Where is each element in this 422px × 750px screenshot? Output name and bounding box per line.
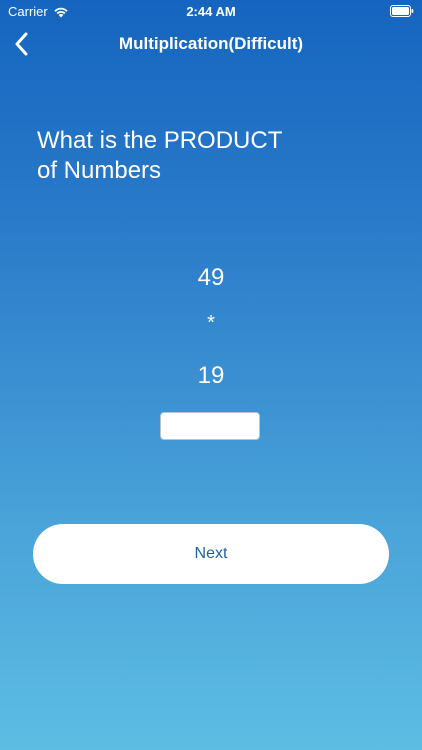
nav-bar: Multiplication(Difficult)	[0, 24, 422, 64]
status-time: 2:44 AM	[186, 4, 236, 19]
first-number: 49	[197, 264, 225, 291]
battery-icon	[390, 5, 414, 17]
question-line-1: What is the PRODUCT	[37, 127, 283, 154]
second-number: 19	[197, 362, 225, 389]
page-title: Multiplication(Difficult)	[118, 34, 304, 53]
answer-input[interactable]	[160, 412, 260, 440]
operator-symbol: *	[207, 312, 215, 334]
question-text: What is the PRODUCT of Numbers	[37, 126, 337, 186]
status-bar: Carrier 2:44 AM	[0, 0, 422, 24]
next-button[interactable]: Next	[33, 524, 389, 584]
screen: Carrier 2:44 AM Multiplication(Difficult…	[0, 0, 422, 750]
question-line-2: of Numbers	[37, 157, 162, 184]
